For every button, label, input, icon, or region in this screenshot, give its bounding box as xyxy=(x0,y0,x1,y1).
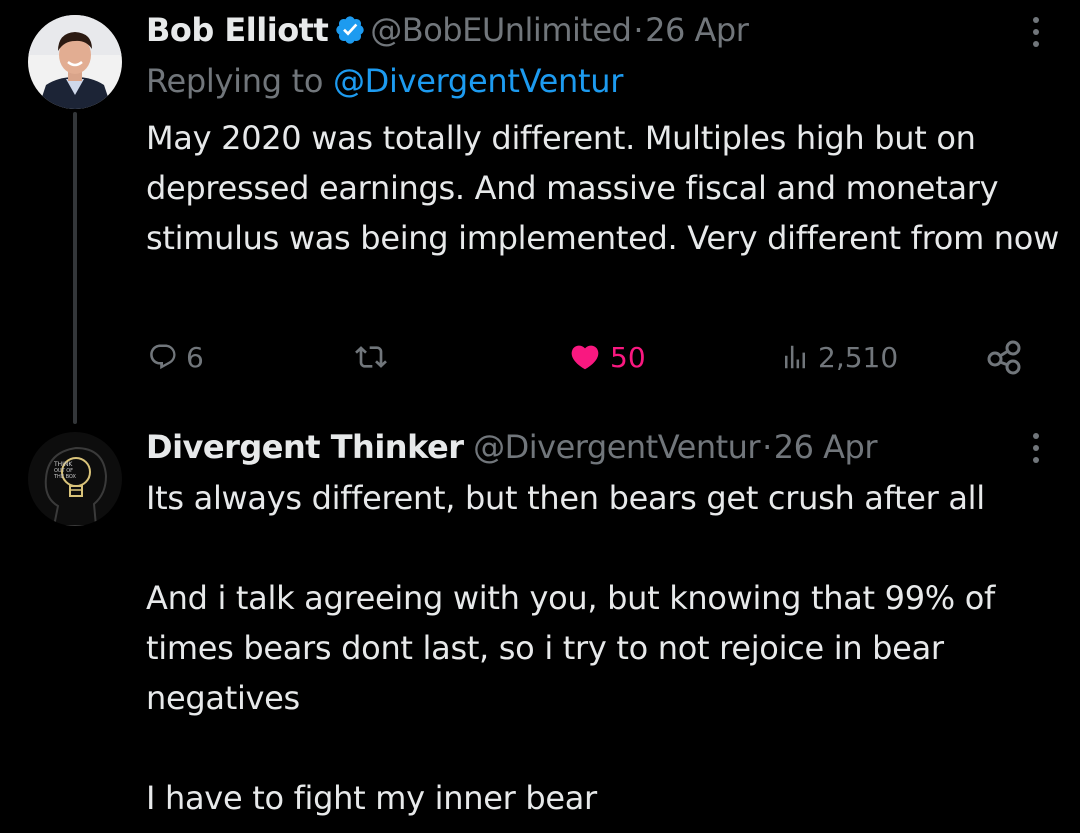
reply-button[interactable]: 6 xyxy=(148,332,204,382)
separator-dot: · xyxy=(633,11,644,49)
like-count: 50 xyxy=(610,340,646,374)
tweet-actions: 6 50 2,510 xyxy=(0,332,1080,382)
author-name[interactable]: Bob Elliott xyxy=(146,11,329,49)
reply-icon xyxy=(150,344,176,370)
author-handle[interactable]: @BobEUnlimited xyxy=(370,11,632,49)
replying-label: Replying to xyxy=(146,62,324,100)
separator-dot: · xyxy=(762,428,772,466)
tweet-header: Divergent Thinker @DivergentVentur·26 Ap… xyxy=(146,427,1010,467)
more-vertical-icon[interactable] xyxy=(1030,14,1042,50)
avatar-logo-text: THINK xyxy=(53,461,73,468)
tweet-paragraph: I have to fight my inner bear xyxy=(146,779,597,817)
tweet-paragraph: Its always different, but then bears get… xyxy=(146,479,985,517)
tweet-header: Bob Elliott @BobEUnlimited·26 Apr xyxy=(146,10,1010,50)
share-icon xyxy=(987,340,1021,375)
replying-mention-link[interactable]: @DivergentVentur xyxy=(333,62,623,100)
author-handle[interactable]: @DivergentVentur xyxy=(473,428,760,466)
tweet-text: May 2020 was totally different. Multiple… xyxy=(146,119,1059,257)
tweet-date[interactable]: 26 Apr xyxy=(774,428,878,466)
views-count: 2,510 xyxy=(818,340,899,374)
svg-text:THE BOX: THE BOX xyxy=(53,474,77,480)
heart-icon xyxy=(571,345,599,370)
avatar[interactable] xyxy=(28,15,122,109)
views-button[interactable]: 2,510 xyxy=(780,332,898,382)
share-button[interactable] xyxy=(985,332,1023,382)
retweet-button[interactable] xyxy=(355,332,387,382)
tweet-text: Its always different, but then bears get… xyxy=(146,473,1066,823)
tweet-paragraph: And i talk agreeing with you, but knowin… xyxy=(146,579,996,717)
avatar[interactable]: THINK OUT OF THE BOX xyxy=(28,432,122,526)
verified-badge-icon xyxy=(336,16,364,44)
replying-to: Replying to @DivergentVentur xyxy=(146,60,623,102)
like-button[interactable]: 50 xyxy=(568,332,646,382)
more-vertical-icon[interactable] xyxy=(1030,430,1042,466)
retweet-icon xyxy=(355,346,387,368)
reply-count: 6 xyxy=(186,340,204,374)
views-icon xyxy=(785,345,805,369)
author-name[interactable]: Divergent Thinker xyxy=(146,428,464,466)
tweet-date[interactable]: 26 Apr xyxy=(645,11,749,49)
